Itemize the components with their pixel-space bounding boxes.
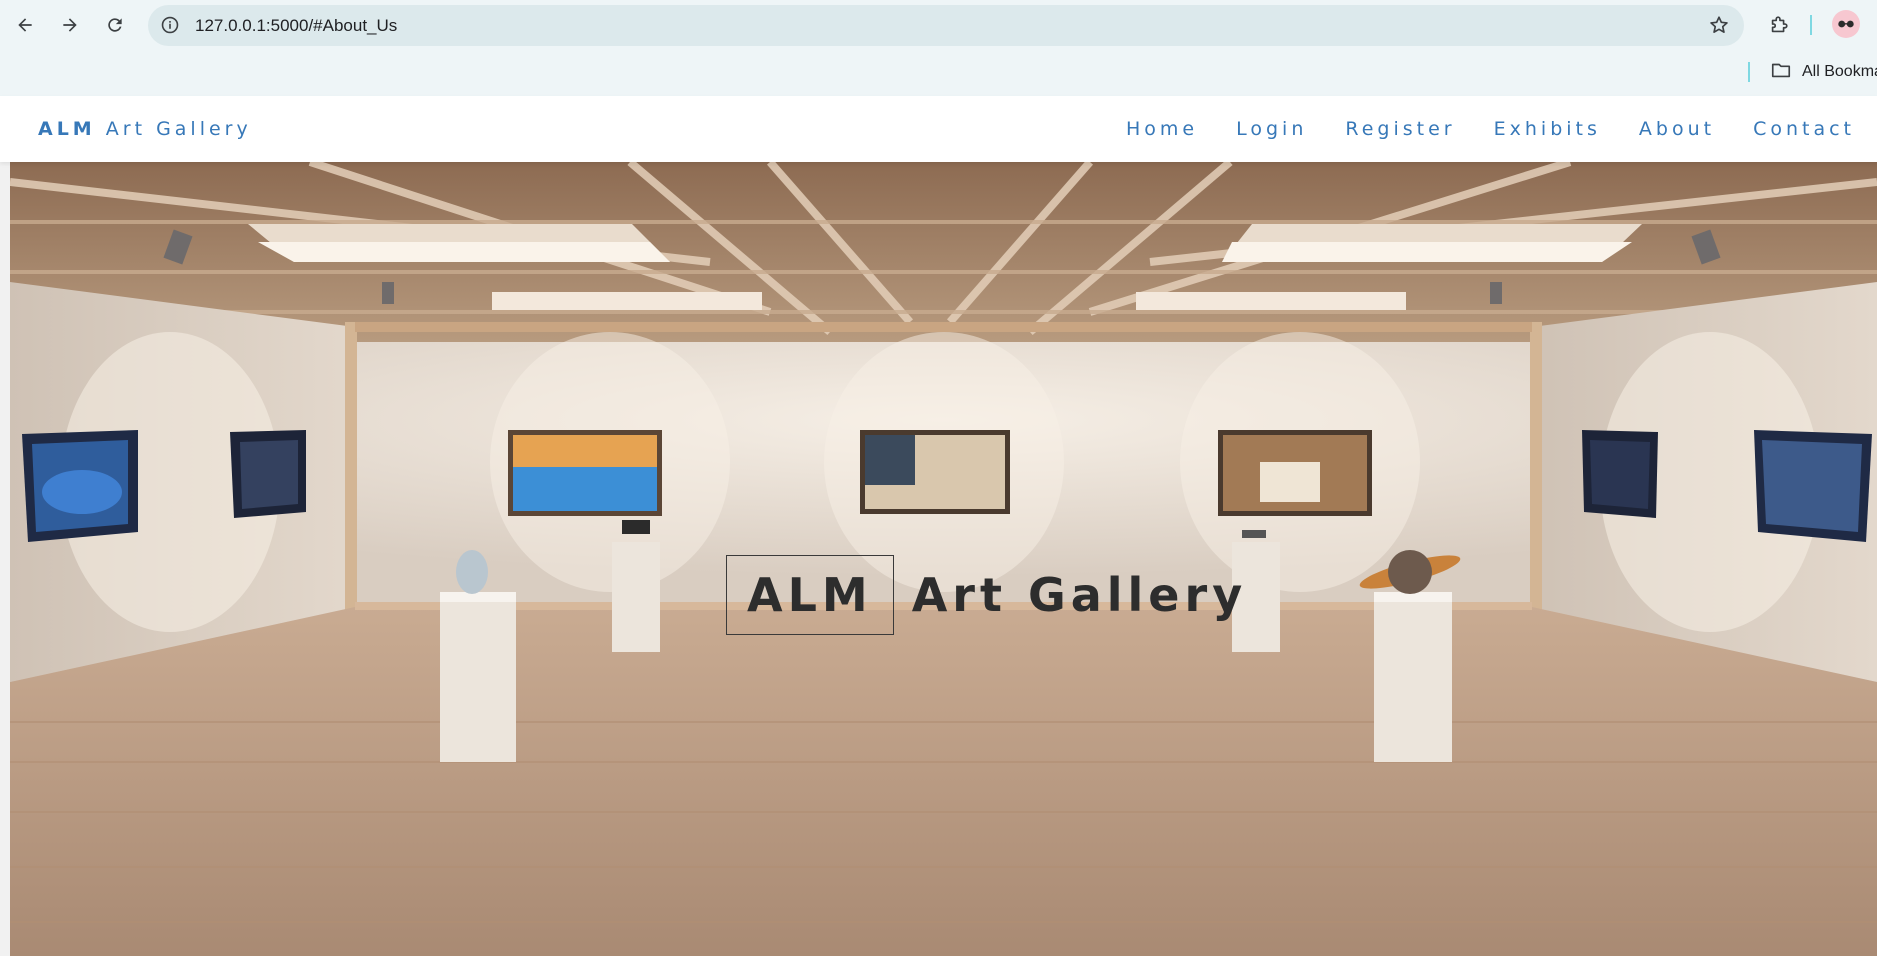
address-url[interactable]: 127.0.0.1:5000/#About_Us	[195, 5, 397, 46]
browser-chrome: 127.0.0.1:5000/#About_Us All Bookma	[0, 0, 1877, 96]
bookmarks-divider	[1748, 62, 1750, 82]
nav-link-about[interactable]: About	[1639, 118, 1715, 140]
avatar[interactable]	[1832, 10, 1860, 38]
puzzle-icon[interactable]	[1766, 12, 1792, 38]
hero-section: ALM Art Gallery	[10, 162, 1877, 956]
brand-rest: Art Gallery	[105, 118, 252, 140]
all-bookmarks-button[interactable]: All Bookma	[1770, 61, 1877, 83]
hero-title-rest: Art Gallery	[911, 568, 1248, 622]
toolbar-divider	[1810, 15, 1812, 35]
site-navbar: ALM Art Gallery Home Login Register Exhi…	[0, 96, 1877, 162]
nav-link-contact[interactable]: Contact	[1753, 118, 1855, 140]
page-left-edge	[0, 162, 10, 956]
nav-link-login[interactable]: Login	[1236, 118, 1307, 140]
bookmarks-bar: All Bookma	[0, 50, 1877, 96]
folder-icon	[1770, 59, 1792, 85]
browser-toolbar: 127.0.0.1:5000/#About_Us	[0, 0, 1877, 50]
nav-link-home[interactable]: Home	[1126, 118, 1198, 140]
reload-icon[interactable]	[100, 10, 130, 40]
back-arrow-icon[interactable]	[10, 10, 40, 40]
hero-title: ALM Art Gallery	[726, 555, 1247, 635]
site-info-icon[interactable]	[160, 15, 180, 35]
nav-links: Home Login Register Exhibits About Conta…	[1126, 96, 1855, 162]
forward-arrow-icon[interactable]	[55, 10, 85, 40]
nav-link-register[interactable]: Register	[1345, 118, 1455, 140]
hero-title-boxed: ALM	[726, 555, 894, 635]
nav-link-exhibits[interactable]: Exhibits	[1494, 118, 1601, 140]
all-bookmarks-label: All Bookma	[1802, 63, 1877, 80]
brand-strong: ALM	[38, 118, 96, 140]
star-icon[interactable]	[1708, 14, 1730, 36]
address-bar[interactable]: 127.0.0.1:5000/#About_Us	[148, 5, 1744, 46]
brand-logo[interactable]: ALM Art Gallery	[38, 96, 252, 162]
